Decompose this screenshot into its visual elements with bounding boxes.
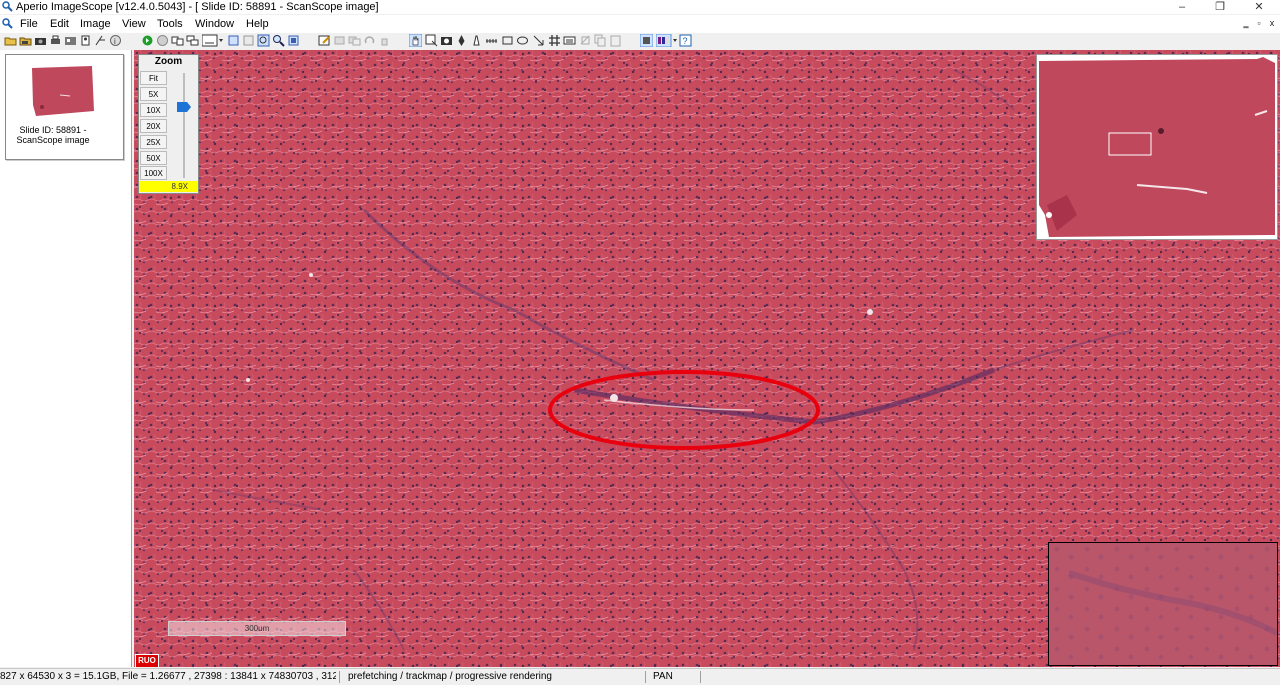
- save-icon[interactable]: [19, 34, 32, 47]
- mdi-restore-button[interactable]: ▫: [1254, 17, 1264, 29]
- overlay-icon[interactable]: [348, 34, 361, 47]
- window-title: Aperio ImageScope [v12.4.0.5043] - [ Sli…: [16, 1, 379, 13]
- magnifier-preview: [1048, 542, 1278, 666]
- paste-icon[interactable]: [609, 34, 622, 47]
- zoom-5x-button[interactable]: 5X: [140, 87, 167, 101]
- menu-help[interactable]: Help: [246, 15, 269, 33]
- layers-icon[interactable]: [640, 34, 653, 47]
- ellipse-icon[interactable]: [516, 34, 529, 47]
- zoom-100x-button[interactable]: 100X: [140, 166, 167, 180]
- arrow-icon[interactable]: [532, 34, 545, 47]
- document-icon: [2, 18, 13, 29]
- slide-viewer[interactable]: Zoom Fit 5X 10X 20X 25X 50X 100X 8.9X 30…: [134, 50, 1280, 667]
- sync-icon[interactable]: [186, 34, 199, 47]
- rotate-icon[interactable]: [363, 34, 376, 47]
- camera-icon[interactable]: [34, 34, 47, 47]
- snapshot-icon[interactable]: [440, 34, 453, 47]
- zoom-readout: 8.9X: [139, 181, 198, 192]
- select-tool-dropdown[interactable]: [202, 34, 224, 47]
- print-icon[interactable]: [49, 34, 62, 47]
- info-icon[interactable]: i: [109, 34, 122, 47]
- minimize-button[interactable]: –: [1165, 0, 1199, 14]
- rectangle-icon[interactable]: [501, 34, 514, 47]
- status-bar: 827 x 64530 x 3 = 15.1GB, File = 1.26677…: [0, 668, 1280, 685]
- slide-thumbnail-label: Slide ID: 58891 - ScanScope image: [6, 125, 100, 145]
- svg-text:i: i: [114, 37, 116, 46]
- close-button[interactable]: ✕: [1242, 0, 1276, 14]
- grid-icon[interactable]: [227, 34, 240, 47]
- title-bar: Aperio ImageScope [v12.4.0.5043] - [ Sli…: [0, 0, 1280, 14]
- menu-tools[interactable]: Tools: [157, 15, 183, 33]
- menu-file[interactable]: File: [20, 15, 38, 33]
- ruler-icon[interactable]: [485, 34, 498, 47]
- open-folder-icon[interactable]: [4, 34, 17, 47]
- app-icon: [2, 1, 13, 12]
- mdi-minimize-button[interactable]: ‗: [1241, 17, 1251, 29]
- status-image-info: 827 x 64530 x 3 = 15.1GB, File = 1.26677…: [0, 671, 336, 682]
- pen-tool-icon[interactable]: [470, 34, 483, 47]
- counter-icon[interactable]: [548, 34, 561, 47]
- status-separator: [645, 671, 646, 683]
- menu-bar: File Edit Image View Tools Window Help ‗…: [0, 15, 1280, 33]
- navigate-icon[interactable]: [171, 34, 184, 47]
- status-mode: PAN: [653, 671, 673, 682]
- zoom-slider-handle[interactable]: [177, 102, 191, 112]
- edit-icon[interactable]: [318, 34, 331, 47]
- mdi-close-button[interactable]: x: [1267, 17, 1277, 29]
- zoom-10x-button[interactable]: 10X: [140, 103, 167, 117]
- zoom-title: Zoom: [154, 56, 183, 67]
- slide-thumbnail-card[interactable]: Slide ID: 58891 - ScanScope image: [5, 54, 124, 160]
- slide-thumbnail-image: [30, 65, 96, 117]
- zoom-window-icon[interactable]: [257, 34, 270, 47]
- pen-icon[interactable]: [455, 34, 468, 47]
- pan-hand-icon[interactable]: [409, 34, 422, 47]
- zoom-20x-button[interactable]: 20X: [140, 119, 167, 133]
- svg-text:?: ?: [683, 36, 688, 46]
- slide-list-panel: Slide ID: 58891 - ScanScope image: [0, 50, 132, 667]
- magnifier-icon[interactable]: [272, 34, 285, 47]
- erase-icon[interactable]: [579, 34, 592, 47]
- properties-icon[interactable]: [79, 34, 92, 47]
- go-icon[interactable]: [141, 34, 154, 47]
- menu-edit[interactable]: Edit: [50, 15, 69, 33]
- menu-view[interactable]: View: [122, 15, 146, 33]
- status-separator: [700, 671, 701, 683]
- help-icon[interactable]: ?: [679, 34, 692, 47]
- zoom-panel: Zoom Fit 5X 10X 20X 25X 50X 100X 8.9X: [138, 54, 199, 194]
- menu-image[interactable]: Image: [80, 15, 111, 33]
- scale-bar: 300um: [168, 621, 346, 636]
- status-rendering: prefetching / trackmap / progressive ren…: [348, 671, 552, 682]
- zoom-select-icon[interactable]: [425, 34, 438, 47]
- annotation-icon[interactable]: [563, 34, 576, 47]
- slide-overview[interactable]: [1036, 54, 1278, 240]
- region-icon[interactable]: [287, 34, 300, 47]
- slide-id-text: Slide ID: 58891 - ScanScope image: [16, 125, 90, 145]
- zoom-slider-track[interactable]: [183, 73, 185, 178]
- menu-window[interactable]: Window: [195, 15, 234, 33]
- copy-icon[interactable]: [594, 34, 607, 47]
- zoom-fit-button[interactable]: Fit: [140, 71, 167, 85]
- stop-icon[interactable]: [156, 34, 169, 47]
- zoom-50x-button[interactable]: 50X: [140, 151, 167, 165]
- ruo-badge: RUO: [135, 654, 159, 667]
- restore-button[interactable]: ❐: [1203, 0, 1237, 14]
- annotation-list-icon[interactable]: [94, 34, 107, 47]
- color-adjust-dropdown[interactable]: [656, 34, 678, 47]
- hand-disabled-icon[interactable]: [378, 34, 391, 47]
- zoom-25x-button[interactable]: 25X: [140, 135, 167, 149]
- align-icon[interactable]: [333, 34, 346, 47]
- layout-icon[interactable]: [64, 34, 77, 47]
- thumbnail-icon[interactable]: [242, 34, 255, 47]
- status-separator: [339, 671, 340, 683]
- toolbar: i ?: [0, 33, 1280, 49]
